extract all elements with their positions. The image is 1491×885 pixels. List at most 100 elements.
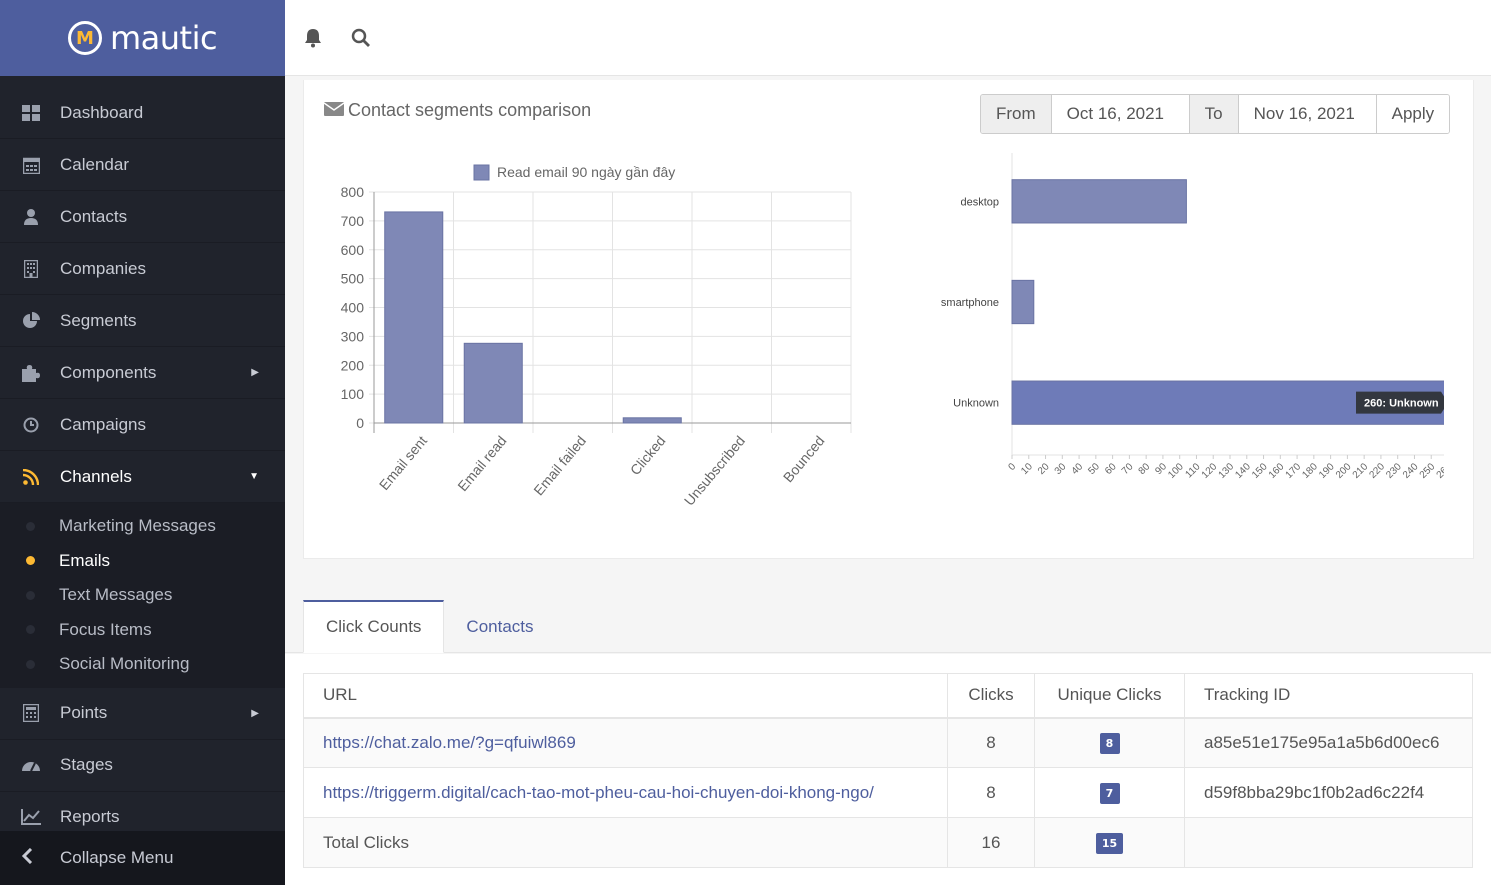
submenu-item-text-messages[interactable]: Text Messages	[0, 578, 285, 613]
x-tick-label: Email sent	[376, 433, 430, 493]
url-link[interactable]: https://triggerm.digital/cach-tao-mot-ph…	[323, 783, 874, 802]
bar[interactable]	[463, 342, 523, 424]
sidebar-item-label: Contacts	[60, 206, 128, 226]
total-tracking-cell	[1184, 817, 1473, 868]
submenu-item-social-monitoring[interactable]: Social Monitoring	[0, 647, 285, 682]
unique-clicks-cell: 7	[1034, 767, 1185, 818]
sidebar-item-label: Points	[60, 703, 108, 722]
table-header-row: URL Clicks Unique Clicks Tracking ID	[303, 673, 1473, 719]
total-unique-cell: 15	[1034, 817, 1185, 868]
search-icon[interactable]	[349, 26, 373, 50]
sidebar-item-calendar[interactable]: Calendar	[0, 139, 285, 191]
x-tick-label: 250	[1418, 461, 1438, 481]
sidebar-item-stages[interactable]: Stages	[0, 740, 285, 792]
building-icon	[21, 259, 41, 278]
x-tick-label: 170	[1284, 461, 1304, 481]
tabs: Click Counts Contacts	[285, 600, 1491, 653]
y-tick-label: 500	[341, 271, 365, 287]
y-category-label: desktop	[960, 196, 999, 208]
x-tick-label: 20	[1036, 461, 1052, 477]
bullet-icon	[26, 659, 35, 669]
x-tick-label: Email read	[454, 433, 509, 495]
sidebar-item-contacts[interactable]: Contacts	[0, 191, 285, 243]
chevron-left-icon	[21, 847, 37, 869]
x-tick-label: 190	[1317, 461, 1337, 481]
tab-contacts[interactable]: Contacts	[444, 600, 555, 653]
collapse-menu-button[interactable]: Collapse Menu	[0, 831, 285, 885]
bell-icon[interactable]	[301, 26, 325, 50]
submenu-label: Marketing Messages	[59, 516, 216, 536]
unique-clicks-cell: 8	[1034, 717, 1185, 768]
x-tick-label: 180	[1300, 461, 1320, 481]
sidebar-item-label: Calendar	[60, 154, 129, 174]
sidebar-item-label: Stages	[60, 755, 113, 774]
x-tick-label: 110	[1184, 461, 1203, 480]
y-tick-label: 0	[356, 415, 364, 431]
total-row: Total Clicks 16 15	[303, 817, 1473, 868]
column-header-unique-clicks: Unique Clicks	[1034, 673, 1185, 719]
x-tick-label: 50	[1086, 461, 1102, 477]
y-tick-label: 400	[341, 300, 365, 316]
y-tick-label: 700	[341, 213, 365, 229]
apply-button[interactable]: Apply	[1376, 95, 1450, 133]
logo[interactable]: M mautic	[0, 0, 285, 76]
chevron-down-icon: ▼	[249, 471, 259, 482]
sidebar-item-points[interactable]: Points ▶	[0, 688, 285, 740]
date-to-input[interactable]: Nov 16, 2021	[1238, 95, 1377, 133]
envelope-icon	[323, 100, 345, 121]
mautic-logo-icon: M	[67, 21, 102, 55]
card-title-text: Contact segments comparison	[348, 100, 592, 120]
device-horizontal-bar-chart: desktop smartphone Unknown 0 10 20 30 40 50 60 70…	[941, 153, 1444, 481]
submenu-item-emails[interactable]: Emails	[0, 544, 285, 579]
sidebar-item-label: Campaigns	[60, 414, 146, 434]
sidebar-item-campaigns[interactable]: Campaigns	[0, 399, 285, 451]
sidebar-item-channels[interactable]: Channels ▼	[0, 451, 285, 503]
x-tick-label: 0	[1006, 461, 1018, 473]
topbar	[285, 0, 1491, 76]
x-tick-label: 210	[1351, 461, 1371, 481]
tab-click-counts[interactable]: Click Counts	[303, 600, 445, 653]
date-from-input[interactable]: Oct 16, 2021	[1051, 95, 1190, 133]
total-clicks-cell: 16	[947, 817, 1035, 868]
tracking-id-cell: d59f8bba29bc1f0b2ad6c22f4	[1184, 767, 1473, 818]
y-tick-label: 200	[341, 357, 365, 373]
x-tick-label: 40	[1070, 461, 1086, 477]
bar[interactable]	[1011, 279, 1035, 325]
chevron-right-icon: ▶	[251, 707, 259, 719]
sidebar-item-dashboard[interactable]: Dashboard	[0, 87, 285, 139]
x-tick-label: Unsubscribed	[681, 433, 748, 509]
submenu-item-focus-items[interactable]: Focus Items	[0, 613, 285, 648]
unique-clicks-badge: 8	[1099, 732, 1120, 754]
x-tick-label: 260	[1435, 461, 1444, 481]
column-header-tracking-id: Tracking ID	[1184, 673, 1473, 719]
unique-clicks-badge: 7	[1099, 782, 1120, 804]
bar[interactable]	[384, 211, 444, 424]
sidebar-item-label: Components	[60, 362, 157, 382]
table-row: https://chat.zalo.me/?g=qfuiwl869 8 8 a8…	[303, 717, 1473, 768]
dashboard-icon	[21, 104, 41, 122]
url-link[interactable]: https://chat.zalo.me/?g=qfuiwl869	[323, 733, 576, 752]
submenu-label: Emails	[59, 550, 111, 570]
sidebar-item-segments[interactable]: Segments	[0, 295, 285, 347]
sidebar-item-label: Dashboard	[60, 102, 144, 122]
total-unique-badge: 15	[1095, 832, 1124, 854]
segments-comparison-card: Contact segments comparison From Oct 16,…	[303, 80, 1474, 559]
sidebar-item-components[interactable]: Components ▶	[0, 347, 285, 399]
bullet-icon	[26, 625, 35, 635]
x-tick-label: 220	[1367, 461, 1387, 481]
rss-icon	[21, 468, 41, 486]
tooltip-text: 260: Unknown	[1364, 398, 1439, 410]
column-header-url: URL	[303, 673, 948, 719]
collapse-label: Collapse Menu	[60, 848, 174, 867]
x-tick-label: 140	[1233, 461, 1253, 481]
bar[interactable]	[622, 417, 682, 424]
column-header-clicks: Clicks	[947, 673, 1035, 719]
submenu-item-marketing-messages[interactable]: Marketing Messages	[0, 509, 285, 544]
total-label-cell: Total Clicks	[303, 817, 948, 868]
sidebar-item-companies[interactable]: Companies	[0, 243, 285, 295]
bar[interactable]	[1011, 179, 1187, 224]
x-tick-label: 150	[1250, 461, 1270, 481]
x-tick-label: 30	[1053, 461, 1069, 477]
y-tick-label: 300	[341, 328, 365, 344]
sidebar-item-label: Channels	[60, 466, 132, 486]
